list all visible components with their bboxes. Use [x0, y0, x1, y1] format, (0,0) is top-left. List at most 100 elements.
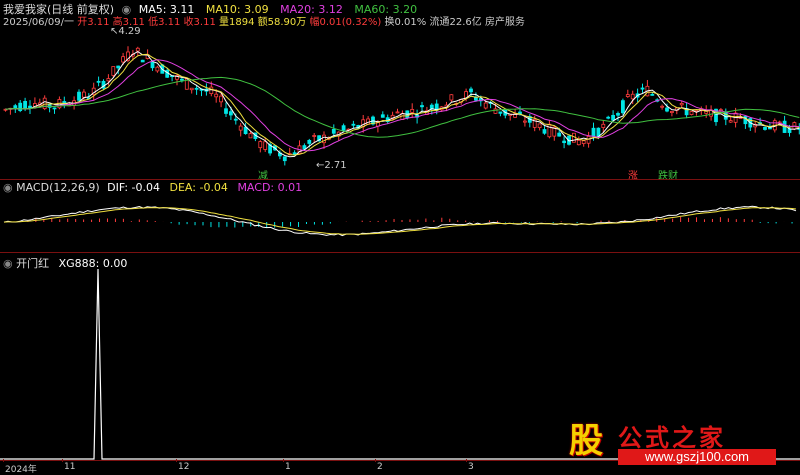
candle-body — [581, 140, 586, 144]
candle-body — [82, 91, 86, 98]
candle-body — [625, 94, 630, 97]
candle-body — [728, 120, 733, 123]
candlestick-chart[interactable] — [0, 24, 800, 179]
candle-body — [449, 94, 454, 101]
candle-body — [547, 123, 552, 138]
time-axis-tick — [466, 459, 467, 462]
time-axis-label: 3 — [468, 462, 474, 472]
candle-body — [351, 123, 356, 126]
candle-body — [611, 114, 615, 121]
candle-body — [179, 78, 184, 81]
candle-body — [331, 129, 336, 134]
candle-body — [77, 91, 81, 101]
candle-body — [307, 139, 312, 144]
candle-body — [493, 108, 498, 114]
candle-body — [219, 95, 224, 103]
candle-body — [263, 141, 268, 150]
candle-body — [523, 120, 527, 123]
candle-body — [498, 111, 503, 114]
candle-body — [606, 116, 611, 119]
macd-chart[interactable] — [0, 194, 800, 252]
candle-body — [469, 88, 473, 93]
time-axis-label: 11 — [64, 462, 76, 472]
watermark-logo: 股 — [569, 421, 603, 461]
candle-body — [621, 100, 625, 114]
candle-body — [52, 107, 57, 110]
candle-body — [135, 47, 140, 52]
candle-body — [189, 87, 194, 91]
candle-body — [483, 102, 488, 109]
candle-body — [228, 111, 233, 116]
time-axis-label: 2024年 — [5, 465, 37, 475]
candle-body — [542, 129, 547, 134]
candle-body — [380, 114, 385, 118]
candle-body — [302, 145, 307, 150]
time-axis-tick — [283, 459, 284, 462]
time-axis-tick — [176, 459, 177, 462]
macd-dif-line — [3, 205, 797, 237]
macd-title[interactable]: MACD(12,26,9) — [16, 181, 100, 194]
candle-body — [763, 126, 767, 130]
candle-body — [650, 93, 655, 96]
time-axis-tick — [375, 459, 376, 462]
candle-body — [557, 132, 562, 137]
candle-body — [586, 135, 591, 144]
candle-body — [214, 93, 219, 98]
candle-body — [116, 65, 121, 69]
macd-header: ◉ MACD(12,26,9) DIF: -0.04 DEA: -0.04 MA… — [3, 181, 302, 194]
candle-body — [121, 56, 125, 63]
candle-body — [258, 141, 263, 149]
candle-body — [601, 123, 606, 128]
high-price-marker: ↖4.29 — [110, 26, 141, 37]
macd-dif: DIF: -0.04 — [107, 181, 161, 194]
candle-body — [670, 110, 674, 113]
time-axis-label: 1 — [285, 462, 291, 472]
candle-body — [429, 104, 434, 109]
candle-body — [473, 97, 478, 101]
ma20-line — [5, 59, 800, 152]
candle-body — [562, 140, 566, 144]
candle-body — [238, 125, 243, 131]
macd-value: MACD: 0.01 — [237, 181, 303, 194]
candle-body — [28, 105, 32, 109]
candle-body — [665, 107, 669, 112]
candle-body — [224, 108, 228, 114]
macd-settings-icon[interactable]: ◉ — [3, 181, 13, 194]
site-watermark: 股 公式之家 www.gszj100.com — [560, 418, 782, 468]
macd-dea: DEA: -0.04 — [169, 181, 228, 194]
low-price-marker: ←2.71 — [316, 160, 347, 171]
watermark-title: 公式之家 — [618, 423, 726, 452]
candle-body — [248, 133, 253, 139]
panel-divider-2 — [0, 252, 800, 253]
candle-body — [23, 100, 28, 109]
candle-body — [616, 113, 620, 116]
time-axis-tick — [3, 459, 4, 462]
time-axis-label: 2 — [377, 462, 383, 472]
candle-body — [96, 80, 101, 83]
candle-body — [194, 87, 199, 90]
candle-body — [660, 105, 664, 108]
candle-body — [233, 118, 238, 121]
candle-body — [410, 109, 415, 113]
high-marker-value: 4.29 — [118, 26, 141, 37]
watermark-url: www.gszj100.com — [618, 449, 776, 465]
candle-body — [282, 156, 287, 162]
candle-body — [640, 87, 645, 90]
candle-body — [576, 139, 581, 146]
candle-body — [155, 66, 160, 72]
candle-body — [13, 105, 18, 109]
candle-body — [18, 102, 23, 112]
time-axis-label: 12 — [178, 462, 190, 472]
candle-body — [395, 111, 400, 114]
candle-body — [689, 111, 694, 115]
candle-body — [537, 123, 542, 128]
candle-body — [312, 135, 317, 137]
panel-divider-1 — [0, 179, 800, 180]
ma60-line — [5, 76, 800, 138]
candle-body — [630, 93, 635, 100]
candle-body — [42, 97, 47, 110]
candle-body — [679, 102, 684, 106]
candle-body — [106, 78, 111, 82]
candle-body — [420, 105, 424, 108]
macd-dea-line — [3, 207, 797, 235]
